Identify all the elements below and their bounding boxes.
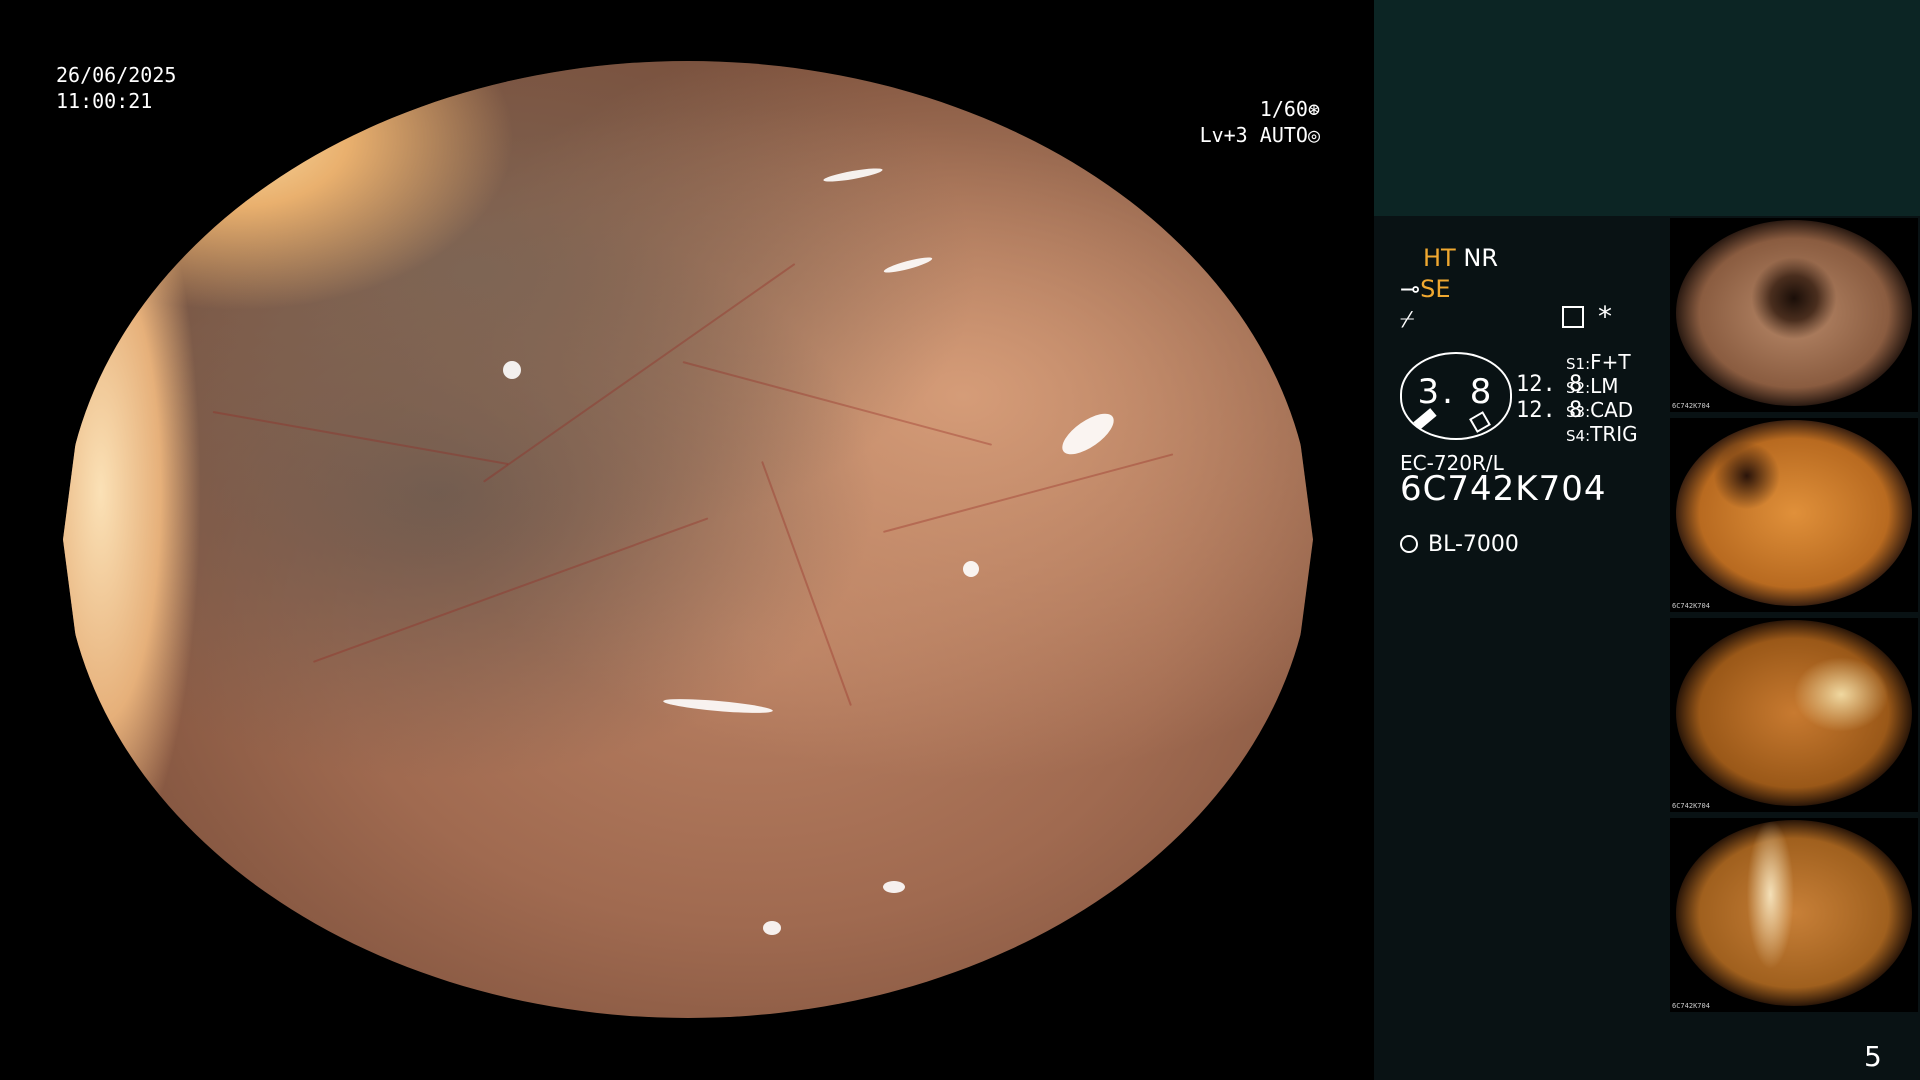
shutter-row: 1/60⊛ (1170, 96, 1320, 122)
endoscopic-image (63, 61, 1313, 1018)
s3-key: S3: (1566, 403, 1591, 421)
sun-icon (1400, 535, 1418, 553)
iris-icon: ◎ (1307, 123, 1320, 147)
s4-key: S4: (1566, 427, 1591, 445)
endoscope-view: 26/06/2025 11:00:21 1/60⊛ Lv+3 AUTO◎ (0, 0, 1372, 1080)
thumbnail-caption: 6C742K704 (1672, 1002, 1710, 1010)
shutter-speed: 1/60 (1259, 97, 1308, 121)
mode: AUTO (1259, 123, 1308, 147)
glare (883, 881, 905, 893)
thumbnail-image (1676, 220, 1912, 406)
thumbnail-3[interactable]: 6C742K704 (1670, 618, 1918, 812)
date: 26/06/2025 (56, 63, 177, 87)
thumbnail-caption: 6C742K704 (1672, 602, 1710, 610)
thumbnail-caption: 6C742K704 (1672, 402, 1710, 410)
glare (503, 361, 521, 379)
s2-key: S2: (1566, 379, 1591, 397)
thumbnail-caption: 6C742K704 (1672, 802, 1710, 810)
fz-symbol: ⌿ (1400, 305, 1415, 333)
nr-label: NR (1463, 244, 1498, 272)
colon-mucosa-image (63, 61, 1313, 1018)
s1-key: S1: (1566, 355, 1591, 373)
gauge-box-icon (1469, 411, 1491, 433)
menu-icon (1562, 306, 1584, 328)
level: Lv+3 (1199, 123, 1248, 147)
thumbnail-image (1676, 620, 1912, 806)
date-time: 26/06/2025 11:00:21 (56, 62, 176, 114)
page-number: 5 (1864, 1040, 1882, 1073)
s4-row: S4:TRIG (1566, 422, 1638, 448)
gauge-value: 3. 8 (1417, 372, 1495, 412)
gauge: 3. 8 (1400, 352, 1512, 440)
thumbnail-2[interactable]: 6C742K704 (1670, 418, 1918, 612)
light-source: BL-7000 (1428, 532, 1519, 557)
exposure-info: 1/60⊛ Lv+3 AUTO◎ (1170, 96, 1320, 148)
panel-header-area (1374, 0, 1920, 216)
s1-row: S1:F+T (1566, 350, 1631, 376)
glare (763, 921, 781, 935)
s1-value: F+T (1590, 350, 1631, 374)
scope-serial: 6C742K704 (1400, 469, 1607, 509)
s4-value: TRIG (1590, 422, 1638, 446)
light-source-row: BL-7000 (1400, 530, 1519, 560)
shutter-icon: ⊛ (1307, 97, 1320, 121)
s3-row: S3:CAD (1566, 398, 1633, 424)
se-row: ⊸SE (1400, 274, 1451, 304)
level-row: Lv+3 AUTO◎ (1170, 122, 1320, 148)
ht-nr-row: HT NR (1423, 243, 1498, 273)
star-icon: * (1598, 300, 1612, 333)
scope-icon: ⊸ (1400, 275, 1421, 303)
thumbnail-image (1676, 420, 1912, 606)
se-label: SE (1420, 275, 1451, 303)
glare (963, 561, 979, 577)
s2-row: S2:LM (1566, 374, 1619, 400)
s3-value: CAD (1590, 398, 1634, 422)
time: 11:00:21 (56, 89, 153, 113)
thumbnail-4[interactable]: 6C742K704 (1670, 818, 1918, 1012)
s2-value: LM (1590, 374, 1619, 398)
thumbnail-image (1676, 820, 1912, 1006)
thumbnail-1[interactable]: 6C742K704 (1670, 218, 1918, 412)
ht-label: HT (1423, 244, 1456, 272)
